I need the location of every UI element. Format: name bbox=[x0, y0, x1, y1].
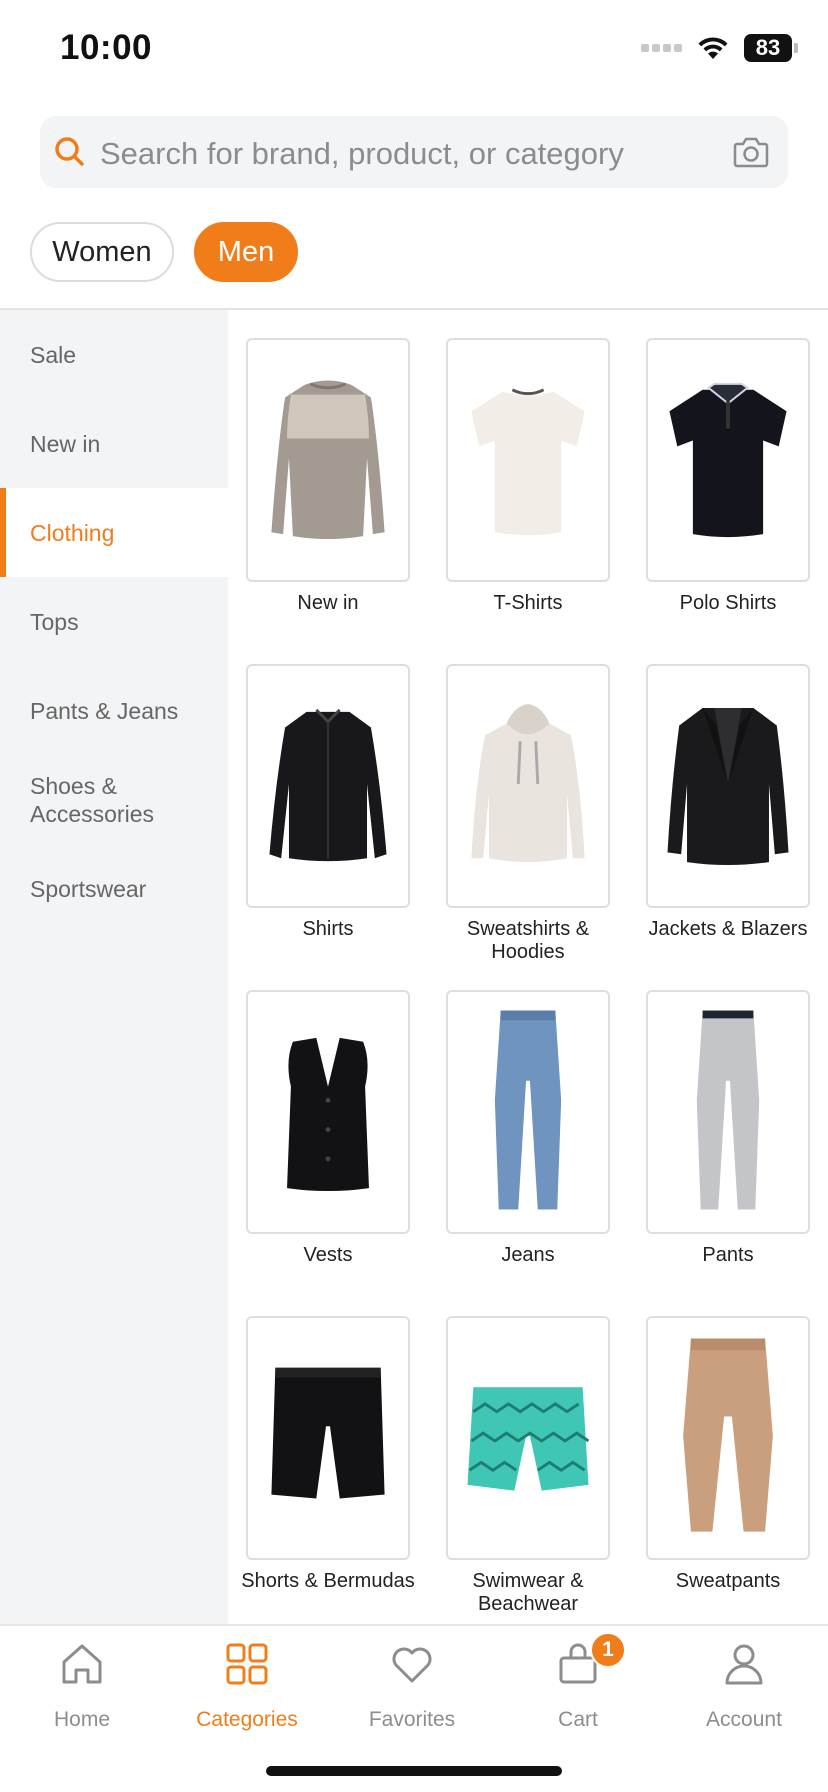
category-label: Vests bbox=[303, 1244, 353, 1266]
home-indicator bbox=[266, 1766, 562, 1776]
category-tile-jackets-blazers[interactable] bbox=[646, 664, 810, 908]
wifi-icon bbox=[698, 37, 728, 59]
hoodie-image bbox=[471, 704, 585, 863]
category-label: Polo Shirts bbox=[679, 592, 777, 614]
category-label: Shorts & Bermudas bbox=[241, 1570, 415, 1592]
signal-icon bbox=[641, 44, 682, 52]
home-icon bbox=[62, 1644, 102, 1684]
category-tile-shirts[interactable] bbox=[246, 664, 410, 908]
category-label: Sweatshirts & Hoodies bbox=[466, 918, 590, 963]
tshirt-image bbox=[471, 388, 585, 536]
category-label: Jackets & Blazers bbox=[648, 918, 808, 940]
status-bar: 10:00 83 bbox=[0, 0, 828, 100]
tab-label: Favorites bbox=[368, 1708, 456, 1731]
tab-label: Account bbox=[706, 1708, 782, 1731]
shorts-image bbox=[271, 1367, 385, 1499]
search-bar[interactable]: Search for brand, product, or category bbox=[40, 116, 788, 188]
blazer-image bbox=[667, 707, 789, 866]
tab-cart[interactable]: 1 Cart bbox=[508, 1632, 648, 1740]
category-label: Jeans bbox=[501, 1244, 555, 1266]
battery-level: 83 bbox=[744, 34, 792, 62]
sweatpants-image bbox=[683, 1338, 773, 1532]
shirt-image bbox=[269, 708, 387, 862]
swim-shorts-image bbox=[467, 1387, 590, 1491]
category-tile-new-in[interactable] bbox=[246, 338, 410, 582]
grid-icon bbox=[226, 1643, 268, 1685]
category-label: Sweatpants bbox=[675, 1570, 781, 1592]
tab-label: Categories bbox=[196, 1708, 298, 1731]
polo-image bbox=[669, 382, 787, 538]
category-tile-swimwear-beachwear[interactable] bbox=[446, 1316, 610, 1560]
camera-icon[interactable] bbox=[732, 134, 770, 170]
gender-men-button[interactable]: Men bbox=[194, 222, 298, 282]
category-label: T-Shirts bbox=[493, 592, 563, 614]
search-input[interactable]: Search for brand, product, or category bbox=[100, 136, 624, 172]
sidebar-item-sale[interactable]: Sale bbox=[0, 310, 228, 399]
battery-icon: 83 bbox=[744, 34, 798, 62]
category-label: Swimwear & Beachwear bbox=[472, 1570, 584, 1615]
status-time: 10:00 bbox=[60, 28, 153, 67]
category-tile-t-shirts[interactable] bbox=[446, 338, 610, 582]
vest-image bbox=[287, 1037, 369, 1192]
tab-favorites[interactable]: Favorites bbox=[342, 1640, 482, 1740]
jeans-image bbox=[494, 1010, 562, 1210]
sidebar-item-pants-jeans[interactable]: Pants & Jeans bbox=[0, 666, 228, 755]
user-icon bbox=[725, 1644, 763, 1685]
category-tile-pants[interactable] bbox=[646, 990, 810, 1234]
category-tile-jeans[interactable] bbox=[446, 990, 610, 1234]
heart-icon bbox=[392, 1647, 432, 1683]
tab-account[interactable]: Account bbox=[674, 1640, 814, 1740]
tab-label: Home bbox=[53, 1708, 111, 1731]
category-tile-shorts-bermudas[interactable] bbox=[246, 1316, 410, 1560]
category-tile-sweatpants[interactable] bbox=[646, 1316, 810, 1560]
category-tile-vests[interactable] bbox=[246, 990, 410, 1234]
search-icon bbox=[55, 137, 84, 166]
tab-categories[interactable]: Categories bbox=[177, 1640, 317, 1740]
category-label: New in bbox=[297, 592, 359, 614]
sidebar-item-clothing[interactable]: Clothing bbox=[0, 488, 228, 577]
tab-label: Cart bbox=[558, 1708, 598, 1731]
sidebar-item-shoes-accessories[interactable]: Shoes & Accessories bbox=[0, 755, 228, 844]
cart-badge: 1 bbox=[590, 1632, 626, 1668]
sidebar-item-sportswear[interactable]: Sportswear bbox=[0, 844, 228, 933]
category-tile-sweatshirts-hoodies[interactable] bbox=[446, 664, 610, 908]
sweater-image bbox=[271, 380, 385, 540]
gender-women-button[interactable]: Women bbox=[30, 222, 174, 282]
sidebar-item-tops[interactable]: Tops bbox=[0, 577, 228, 666]
sidebar-item-new-in[interactable]: New in bbox=[0, 399, 228, 488]
category-label: Shirts bbox=[302, 918, 354, 940]
category-label: Pants bbox=[702, 1244, 754, 1266]
category-sidebar: Sale New in Clothing Tops Pants & Jeans … bbox=[0, 310, 228, 1624]
pants-image bbox=[696, 1010, 760, 1210]
status-icons: 83 bbox=[641, 34, 798, 62]
category-tile-polo-shirts[interactable] bbox=[646, 338, 810, 582]
tab-home[interactable]: Home bbox=[12, 1640, 152, 1740]
